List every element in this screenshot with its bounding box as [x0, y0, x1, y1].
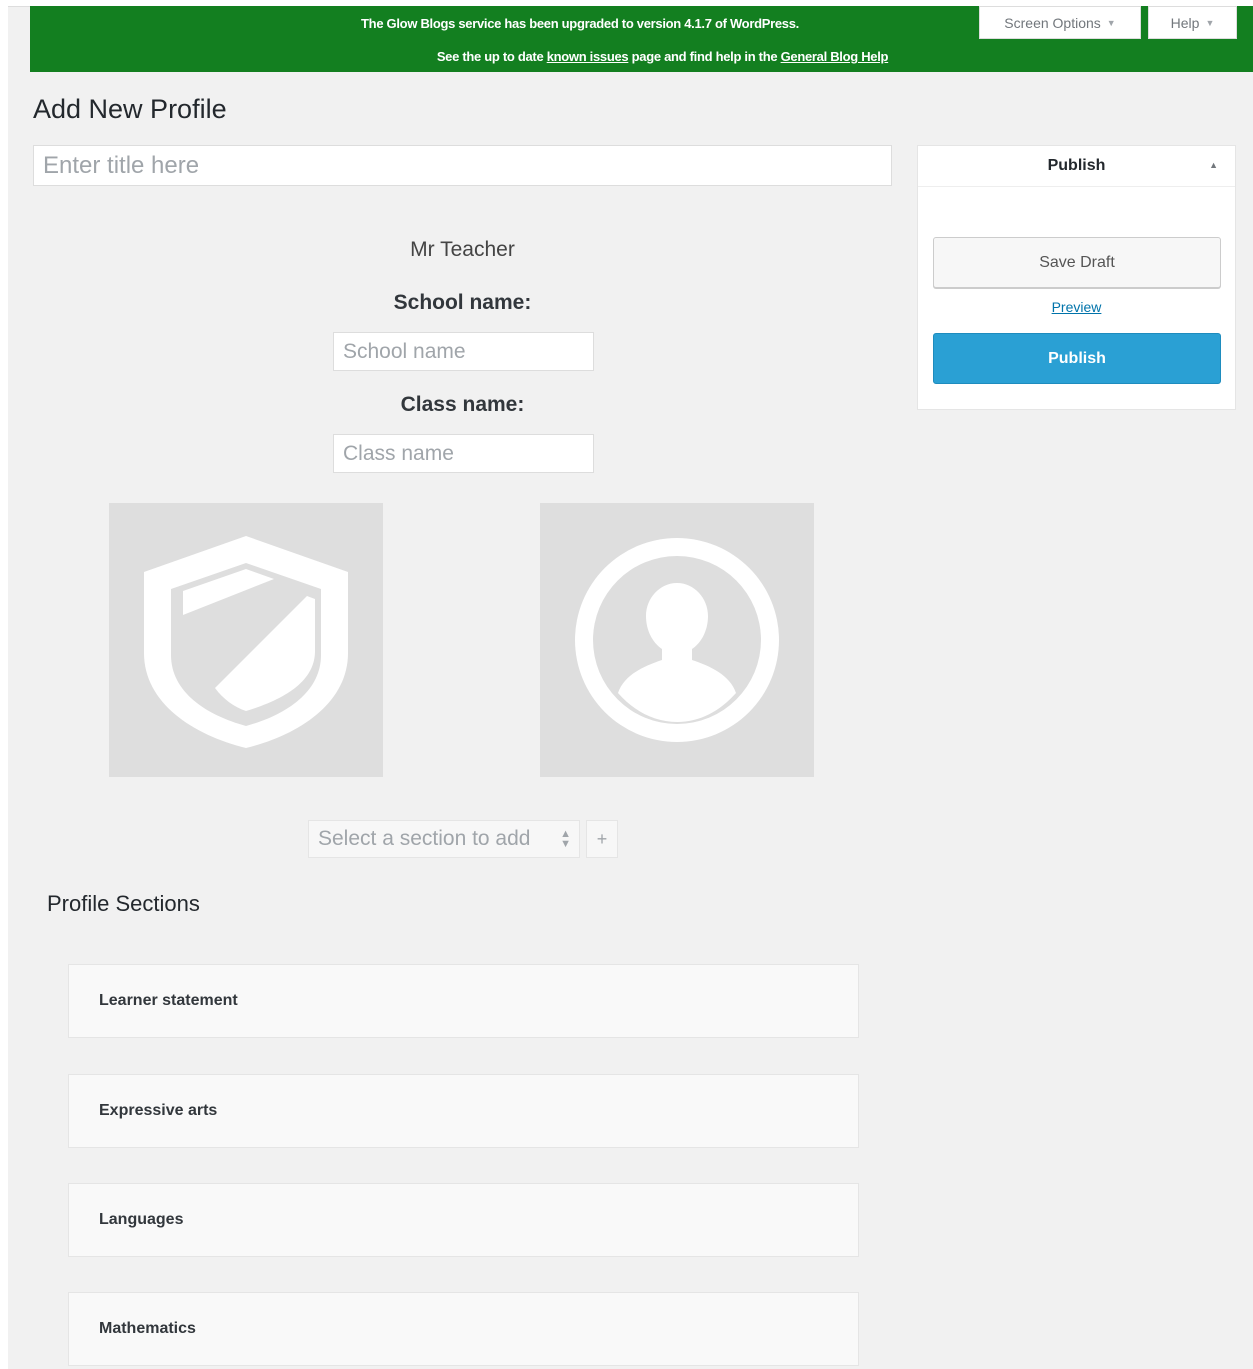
caret-down-icon: ▼ [1106, 17, 1116, 28]
publish-box: Publish ▲ Save Draft Preview Publish [917, 145, 1236, 410]
section-select[interactable]: Select a section to add ▲ ▼ [308, 820, 580, 858]
preview-link[interactable]: Preview [918, 299, 1235, 315]
notice-line-2-prefix: See the up to date [436, 49, 547, 64]
class-name-input[interactable] [333, 434, 594, 473]
updown-arrows-icon: ▲ ▼ [560, 828, 571, 850]
publish-button[interactable]: Publish [933, 333, 1221, 384]
known-issues-link[interactable]: known issues [547, 49, 629, 64]
teacher-name: Mr Teacher [410, 238, 515, 261]
section-languages[interactable]: Languages [68, 1183, 859, 1257]
add-section-button[interactable]: + [586, 820, 618, 858]
class-name-label: Class name: [400, 393, 525, 416]
school-logo-placeholder[interactable] [109, 503, 383, 777]
page-title: Add New Profile [33, 94, 227, 124]
profile-sections-heading: Profile Sections [47, 891, 200, 916]
section-expressive-arts[interactable]: Expressive arts [68, 1074, 859, 1148]
screen-options-tab[interactable]: Screen Options ▼ [979, 6, 1141, 39]
general-blog-help-link[interactable]: General Blog Help [781, 49, 889, 64]
help-label: Help [1170, 14, 1200, 31]
school-name-input[interactable] [333, 332, 594, 371]
publish-box-header: Publish [918, 146, 1235, 187]
notice-line-2: See the up to date known issues page and… [30, 49, 1253, 64]
publish-box-title: Publish [1047, 157, 1106, 174]
section-learner-statement[interactable]: Learner statement [68, 964, 859, 1038]
caret-down-icon: ▼ [1205, 17, 1215, 28]
section-mathematics[interactable]: Mathematics [68, 1292, 859, 1366]
notice-line-1: The Glow Blogs service has been upgraded… [361, 16, 799, 31]
screen-options-label: Screen Options [1004, 14, 1101, 31]
notice-line-2-middle: page and find help in the [628, 49, 781, 64]
collapse-arrow-icon[interactable]: ▲ [1209, 160, 1218, 170]
profile-photo-placeholder[interactable] [540, 503, 814, 777]
save-draft-button[interactable]: Save Draft [933, 237, 1221, 288]
school-name-label: School name: [393, 291, 532, 314]
section-select-value: Select a section to add [318, 827, 531, 850]
post-title-input[interactable] [33, 145, 892, 186]
user-avatar-icon [575, 538, 779, 742]
help-tab[interactable]: Help ▼ [1148, 6, 1237, 39]
shield-icon [144, 536, 348, 748]
